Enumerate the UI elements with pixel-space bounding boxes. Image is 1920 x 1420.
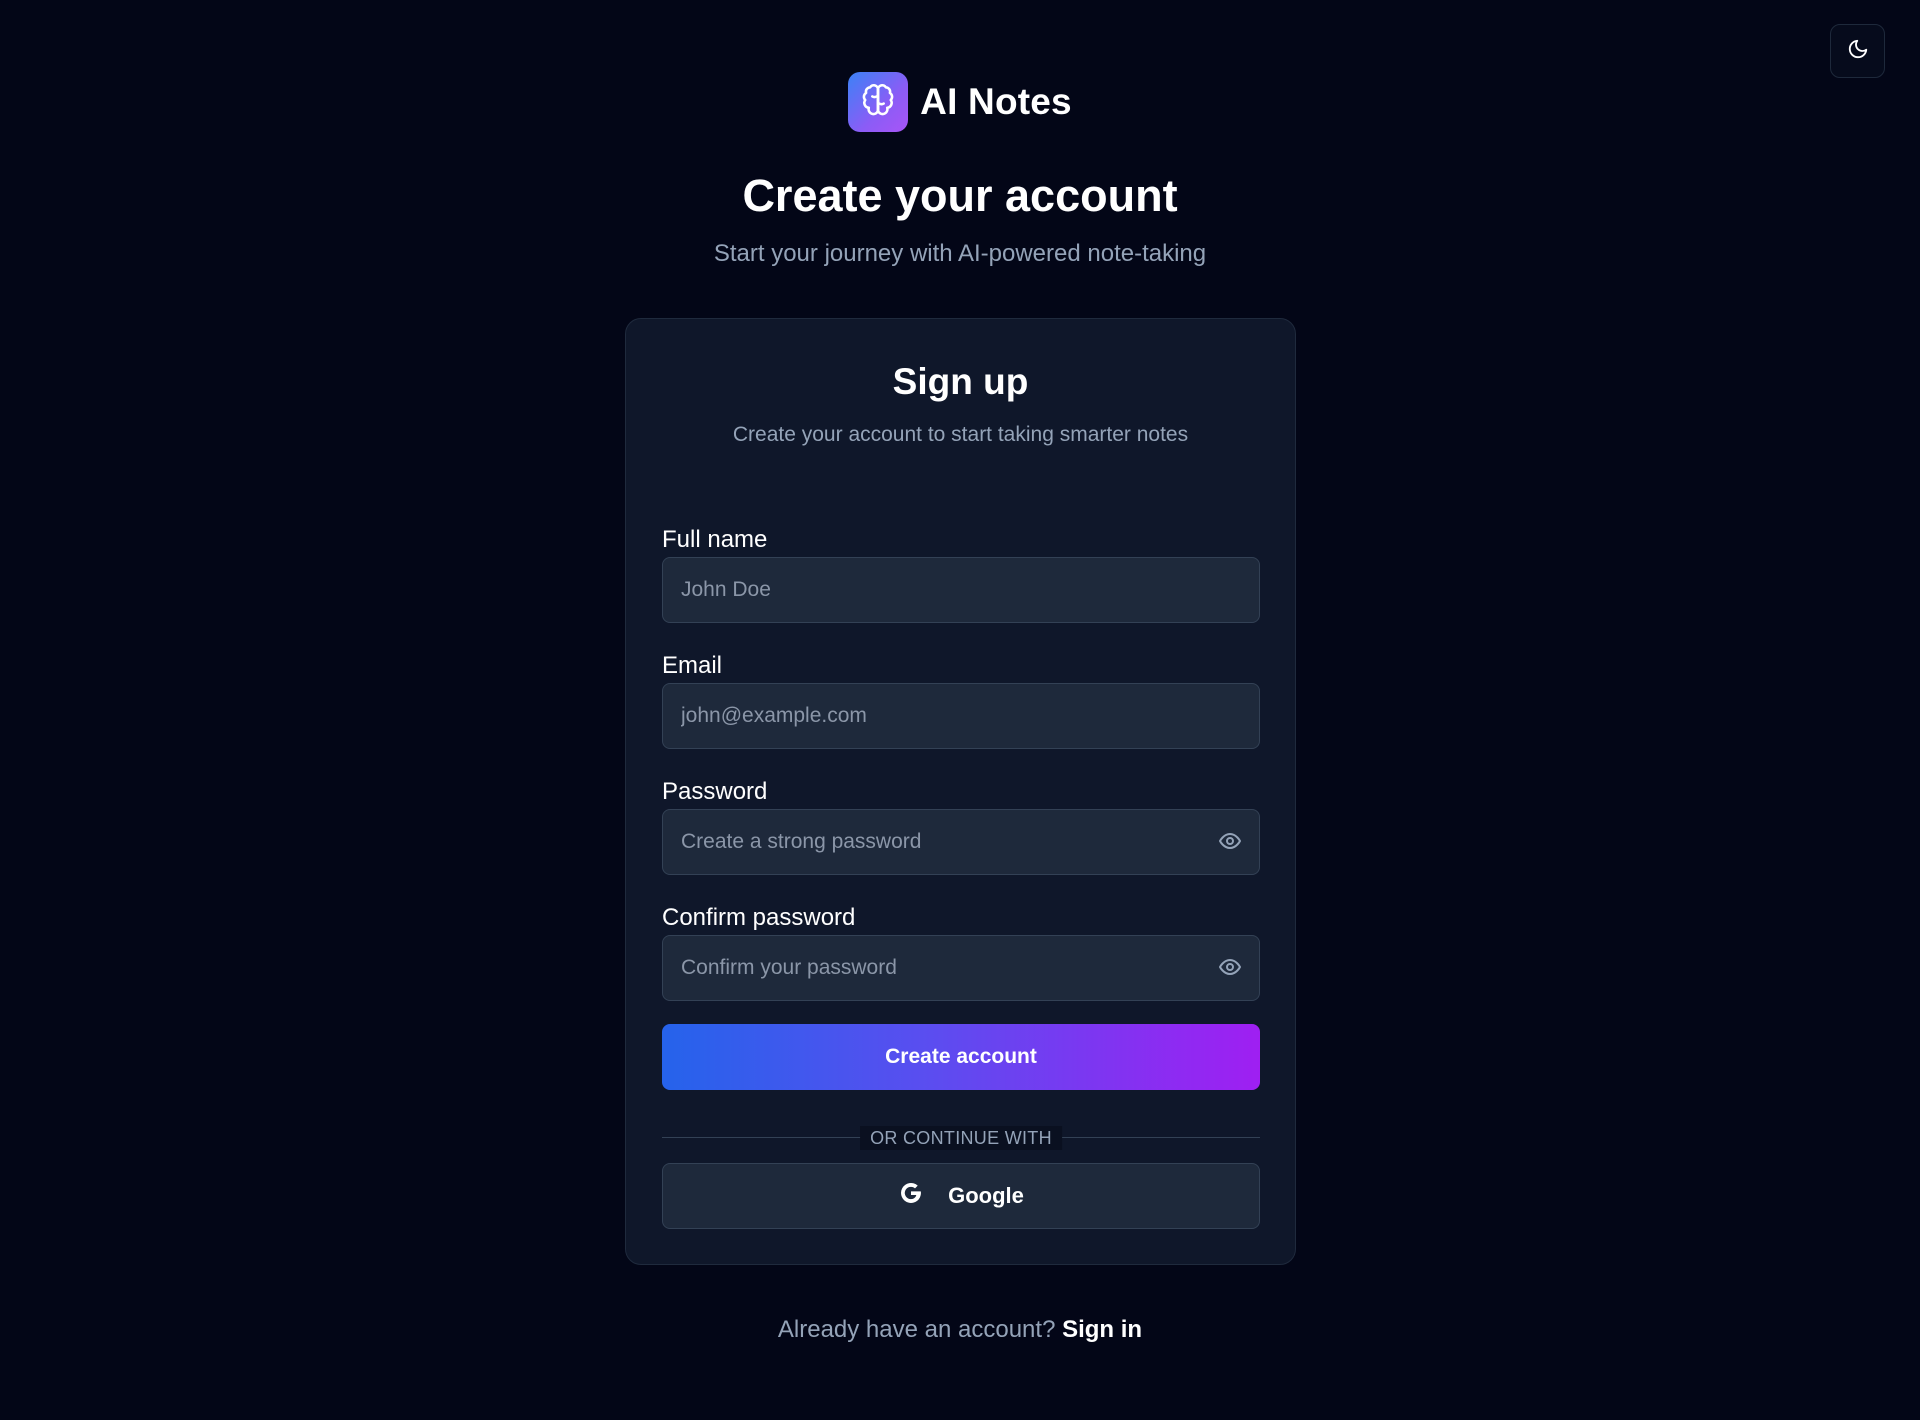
eye-icon xyxy=(1218,955,1242,984)
moon-icon xyxy=(1847,38,1869,65)
brand-logo xyxy=(848,72,909,132)
full-name-label: Full name xyxy=(662,526,768,553)
card-subtitle: Create your account to start taking smar… xyxy=(732,423,1189,446)
confirm-password-visibility-toggle[interactable] xyxy=(1217,957,1243,981)
signup-card: Sign up Create your account to start tak… xyxy=(625,318,1296,1265)
confirm-password-label: Confirm password xyxy=(662,904,856,931)
google-button-label: Google xyxy=(948,1183,1024,1208)
signin-prompt-text: Already have an account? xyxy=(777,1316,1056,1343)
email-label: Email xyxy=(662,652,723,679)
brand-name: AI Notes xyxy=(920,81,1072,122)
password-input[interactable] xyxy=(663,810,1259,874)
page-subtitle: Start your journey with AI-powered note-… xyxy=(713,240,1207,267)
create-account-button[interactable]: Create account xyxy=(662,1024,1260,1090)
email-field xyxy=(662,683,1260,749)
card-title: Sign up xyxy=(892,361,1029,402)
page-title: Create your account xyxy=(742,170,1178,221)
full-name-input[interactable] xyxy=(663,558,1259,622)
signin-prompt: Already have an account? Sign in xyxy=(0,1316,1920,1344)
password-visibility-toggle[interactable] xyxy=(1217,831,1243,855)
brain-icon xyxy=(861,83,895,122)
divider-text: OR CONTINUE WITH xyxy=(860,1126,1062,1150)
password-field xyxy=(662,809,1260,875)
confirm-password-field xyxy=(662,935,1260,1001)
theme-toggle-button[interactable] xyxy=(1830,24,1885,78)
google-icon xyxy=(898,1180,924,1212)
divider: OR CONTINUE WITH xyxy=(662,1126,1260,1150)
email-input[interactable] xyxy=(663,684,1259,748)
signup-page: AI Notes Create your account Start your … xyxy=(0,0,1920,1420)
signin-link[interactable]: Sign in xyxy=(1062,1316,1142,1343)
eye-icon xyxy=(1218,829,1242,858)
google-signin-button[interactable]: Google xyxy=(662,1163,1260,1229)
brand: AI Notes xyxy=(0,72,1920,132)
confirm-password-input[interactable] xyxy=(663,936,1259,1000)
full-name-field xyxy=(662,557,1260,623)
password-label: Password xyxy=(662,778,768,805)
